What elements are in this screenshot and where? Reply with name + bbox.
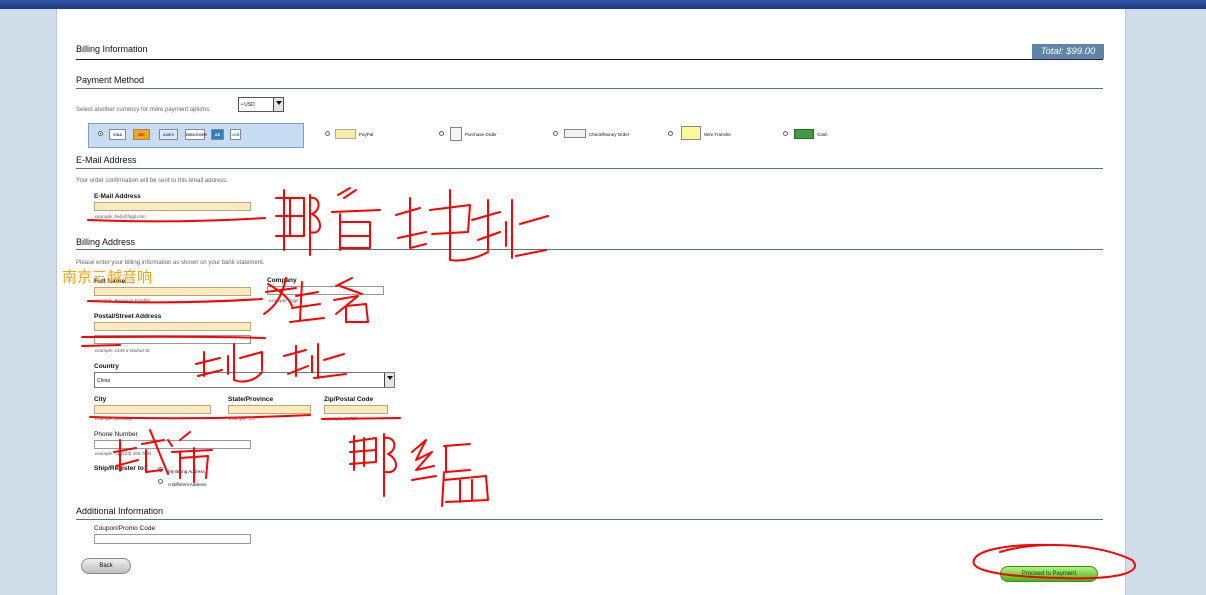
email-underline-mark (87, 217, 266, 223)
proceed-circle-mark (972, 543, 1136, 580)
zip-underline-mark (321, 417, 401, 420)
name-mark (263, 277, 369, 323)
city-underline-mark (89, 414, 311, 420)
street-underline-mark (81, 335, 266, 347)
address-mark (195, 343, 347, 383)
city-mark (113, 429, 213, 483)
zip-mark (349, 433, 489, 507)
handwritten-annotations (81, 187, 1136, 580)
email-address-mark (275, 187, 549, 262)
name-underline-mark (87, 298, 263, 304)
